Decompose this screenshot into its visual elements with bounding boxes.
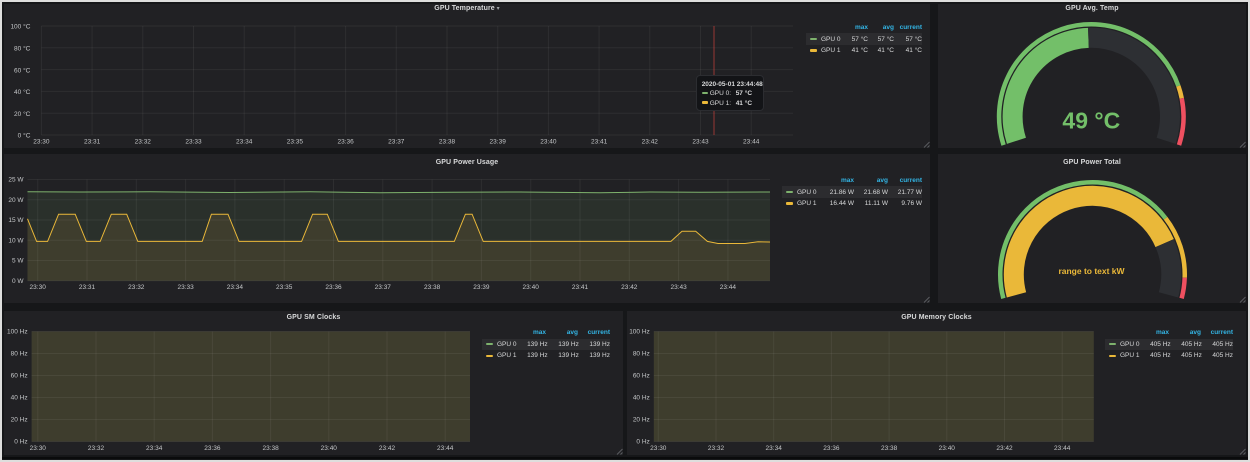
svg-text:80 Hz: 80 Hz	[633, 350, 650, 357]
svg-text:100 °C: 100 °C	[10, 23, 30, 31]
svg-text:23:42: 23:42	[996, 445, 1013, 452]
svg-text:23:32: 23:32	[88, 445, 105, 452]
svg-text:23:42: 23:42	[621, 284, 638, 291]
svg-text:23:41: 23:41	[591, 139, 608, 146]
svg-text:80 °C: 80 °C	[14, 45, 31, 53]
svg-text:5 W: 5 W	[12, 257, 24, 264]
svg-text:23:30: 23:30	[30, 284, 47, 291]
svg-text:23:44: 23:44	[1054, 445, 1071, 452]
svg-text:23:38: 23:38	[439, 139, 456, 146]
svg-text:23:40: 23:40	[523, 284, 540, 291]
svg-text:0 Hz: 0 Hz	[636, 438, 649, 445]
svg-text:80 Hz: 80 Hz	[11, 350, 28, 357]
svg-text:20 °C: 20 °C	[14, 110, 31, 118]
svg-text:23:44: 23:44	[743, 139, 760, 146]
svg-text:23:35: 23:35	[287, 139, 304, 146]
svg-text:23:38: 23:38	[881, 445, 898, 452]
svg-text:23:32: 23:32	[135, 139, 152, 146]
svg-text:23:38: 23:38	[424, 284, 441, 291]
svg-text:40 Hz: 40 Hz	[11, 394, 28, 401]
svg-text:20 W: 20 W	[8, 196, 24, 203]
svg-text:23:39: 23:39	[490, 139, 507, 146]
svg-text:23:41: 23:41	[572, 284, 589, 291]
svg-text:0 W: 0 W	[12, 277, 24, 284]
svg-text:23:43: 23:43	[670, 284, 687, 291]
svg-text:49 °C: 49 °C	[1062, 108, 1120, 134]
svg-text:25 W: 25 W	[8, 176, 24, 183]
svg-text:23:35: 23:35	[276, 284, 293, 291]
svg-text:23:42: 23:42	[642, 139, 659, 146]
svg-text:23:37: 23:37	[375, 284, 392, 291]
svg-text:23:40: 23:40	[321, 445, 338, 452]
svg-text:0 Hz: 0 Hz	[14, 438, 27, 445]
svg-text:100 Hz: 100 Hz	[629, 328, 650, 335]
svg-text:60 Hz: 60 Hz	[633, 372, 650, 379]
svg-text:23:42: 23:42	[379, 445, 396, 452]
svg-text:23:30: 23:30	[33, 139, 50, 146]
svg-text:23:33: 23:33	[177, 284, 194, 291]
svg-text:23:44: 23:44	[720, 284, 737, 291]
svg-text:23:39: 23:39	[473, 284, 490, 291]
svg-text:23:30: 23:30	[650, 445, 667, 452]
svg-text:23:37: 23:37	[388, 139, 405, 146]
svg-text:23:30: 23:30	[30, 445, 47, 452]
svg-text:0 °C: 0 °C	[18, 132, 31, 140]
svg-text:23:43: 23:43	[692, 139, 709, 146]
svg-text:15 W: 15 W	[8, 217, 24, 224]
svg-text:23:32: 23:32	[128, 284, 145, 291]
svg-text:range to text kW: range to text kW	[1058, 265, 1125, 275]
svg-text:40 °C: 40 °C	[14, 88, 31, 96]
svg-text:100 Hz: 100 Hz	[7, 328, 28, 335]
svg-text:23:34: 23:34	[227, 284, 244, 291]
svg-text:20 Hz: 20 Hz	[11, 416, 28, 423]
svg-text:23:36: 23:36	[204, 445, 221, 452]
svg-text:23:31: 23:31	[84, 139, 101, 146]
svg-text:23:32: 23:32	[708, 445, 725, 452]
svg-text:23:34: 23:34	[236, 139, 253, 146]
svg-text:60 Hz: 60 Hz	[11, 372, 28, 379]
svg-text:23:36: 23:36	[325, 284, 342, 291]
svg-text:23:34: 23:34	[146, 445, 163, 452]
svg-text:23:40: 23:40	[540, 139, 557, 146]
svg-text:23:44: 23:44	[437, 445, 454, 452]
svg-text:23:36: 23:36	[823, 445, 840, 452]
svg-text:23:31: 23:31	[79, 284, 96, 291]
svg-text:23:34: 23:34	[766, 445, 783, 452]
svg-text:23:36: 23:36	[337, 139, 354, 146]
svg-text:10 W: 10 W	[8, 237, 24, 244]
svg-text:23:40: 23:40	[939, 445, 956, 452]
svg-text:23:38: 23:38	[262, 445, 279, 452]
svg-text:20 Hz: 20 Hz	[633, 416, 650, 423]
svg-text:60 °C: 60 °C	[14, 66, 31, 74]
svg-text:40 Hz: 40 Hz	[633, 394, 650, 401]
svg-text:23:33: 23:33	[185, 139, 202, 146]
